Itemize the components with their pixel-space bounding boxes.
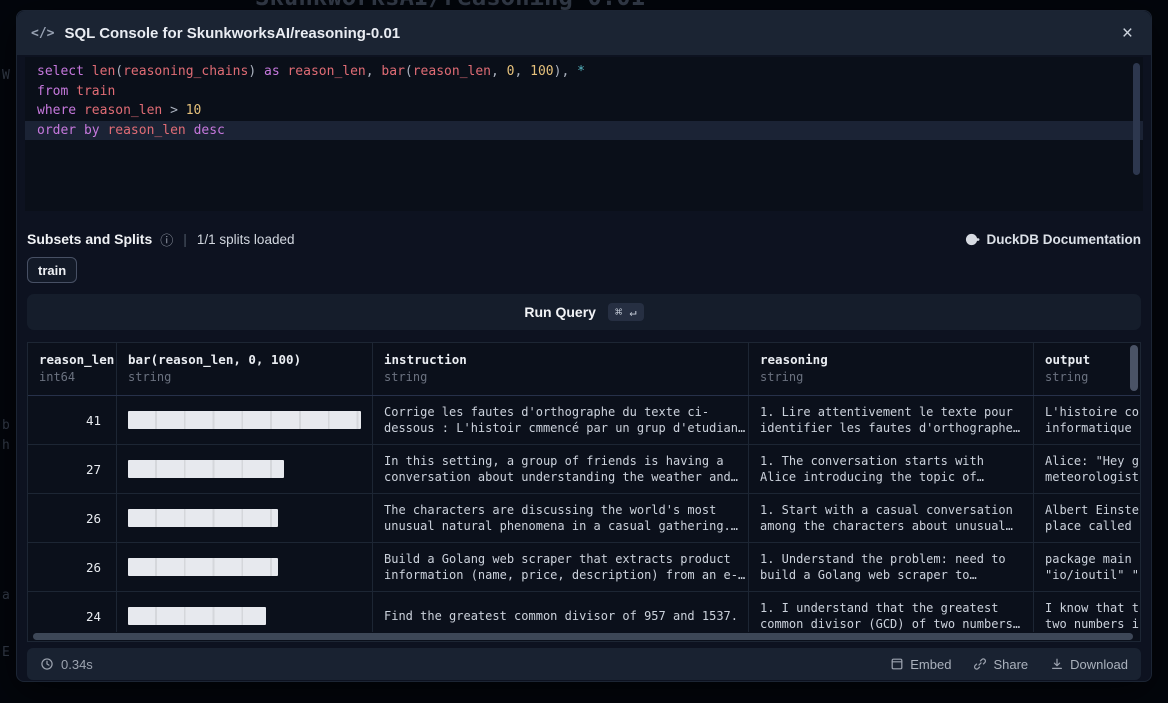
cell-reasoning: 1. I understand that the greatest common… [749,592,1034,633]
column-header-instruction: instructionstring [373,343,749,395]
cell-reason-len: 41 [28,396,117,444]
table-row: 24 Find the greatest common divisor of 95… [28,592,1140,633]
close-icon[interactable]: × [1118,22,1137,45]
cell-bar-chart [117,445,373,493]
table-header: reason_lenint64bar(reason_len, 0, 100)st… [28,343,1140,396]
cell-instruction: The characters are discussing the world'… [373,494,749,542]
share-link-icon [973,657,987,671]
status-footer: 0.34s Embed Share Down [27,648,1141,680]
sql-code-line: where reason_len > 10 [25,101,1143,121]
table-row: 27 In this setting, a group of friends is… [28,445,1140,494]
background-text-fragment: b [2,418,10,433]
editor-vertical-scrollbar[interactable] [1133,63,1140,175]
background-text-fragment: E [2,645,10,660]
value-bar [128,460,284,478]
background-text-fragment: W [2,68,10,83]
run-query-button[interactable]: Run Query ⌘ ↵ [27,294,1141,330]
cell-bar-chart [117,592,373,633]
cell-instruction: Find the greatest common divisor of 957 … [373,592,749,633]
cell-instruction: Build a Golang web scraper that extracts… [373,543,749,591]
table-row: 41 Corrige les fautes d'orthographe du te… [28,396,1140,445]
table-row: 26 Build a Golang web scraper that extrac… [28,543,1140,592]
divider: | [181,231,189,247]
value-bar [128,607,266,625]
table-horizontal-scrollbar[interactable] [28,632,1140,641]
sql-code-line: order by reason_len desc [25,121,1143,141]
cell-instruction: In this setting, a group of friends is h… [373,445,749,493]
split-chips: train [27,257,1141,283]
cell-bar-chart [117,494,373,542]
background-text-fragment: h [2,438,10,453]
sql-code: select len(reasoning_chains) as reason_l… [25,62,1143,140]
cell-bar-chart [117,543,373,591]
duckdb-documentation-link[interactable]: DuckDB Documentation [965,232,1141,247]
cell-reason-len: 26 [28,543,117,591]
sql-console-modal: </> SQL Console for SkunkworksAI/reasoni… [16,10,1152,682]
cell-reasoning: 1. The conversation starts with Alice in… [749,445,1034,493]
table-row: 26 The characters are discussing the worl… [28,494,1140,543]
cell-output: I know that t two numbers i [1034,592,1140,633]
subsets-row: Subsets and Splits ⓘ | 1/1 splits loaded… [27,229,1141,249]
cell-output: Albert Einste place called [1034,494,1140,542]
download-icon [1050,657,1064,671]
table-body: 41 Corrige les fautes d'orthographe du te… [28,396,1140,633]
embed-icon [890,657,904,671]
results-table: reason_lenint64bar(reason_len, 0, 100)st… [27,342,1141,642]
column-header-output: outputstring [1034,343,1140,395]
keyboard-shortcut-badge: ⌘ ↵ [608,303,644,321]
cell-reasoning: 1. Understand the problem: need to build… [749,543,1034,591]
background-text-fragment: a [2,588,10,603]
clock-icon [40,657,54,671]
table-vertical-scrollbar[interactable] [1130,345,1138,391]
cell-reasoning: 1. Start with a casual conversation amon… [749,494,1034,542]
split-chip-train[interactable]: train [27,257,77,283]
column-header-reasoning: reasoningstring [749,343,1034,395]
code-icon: </> [31,26,54,41]
modal-header: </> SQL Console for SkunkworksAI/reasoni… [17,11,1151,55]
value-bar [128,558,278,576]
cell-instruction: Corrige les fautes d'orthographe du text… [373,396,749,444]
cell-output: package main "io/ioutil" " [1034,543,1140,591]
cell-reasoning: 1. Lire attentivement le texte pour iden… [749,396,1034,444]
query-duration: 0.34s [40,657,93,672]
column-header-reason-len: reason_lenint64 [28,343,117,395]
value-bar [128,411,361,429]
sql-editor[interactable]: select len(reasoning_chains) as reason_l… [25,57,1143,211]
cell-output: Alice: "Hey g meteorologist [1034,445,1140,493]
info-icon[interactable]: ⓘ [160,230,173,249]
sql-code-line: select len(reasoning_chains) as reason_l… [25,62,1143,82]
cell-reason-len: 26 [28,494,117,542]
horizontal-scroll-thumb[interactable] [33,633,1133,640]
cell-reason-len: 27 [28,445,117,493]
cell-output: L'histoire co informatique [1034,396,1140,444]
splits-loaded-status: 1/1 splits loaded [197,232,295,247]
share-button[interactable]: Share [973,657,1028,672]
download-button[interactable]: Download [1050,657,1128,672]
sql-code-line: from train [25,82,1143,102]
subsets-label: Subsets and Splits [27,231,152,247]
value-bar [128,509,278,527]
embed-button[interactable]: Embed [890,657,951,672]
modal-title: SQL Console for SkunkworksAI/reasoning-0… [64,25,1107,42]
column-header-bar-reason-len-0-100-: bar(reason_len, 0, 100)string [117,343,373,395]
cell-reason-len: 24 [28,592,117,633]
duckdb-logo-icon [965,232,980,247]
cell-bar-chart [117,396,373,444]
